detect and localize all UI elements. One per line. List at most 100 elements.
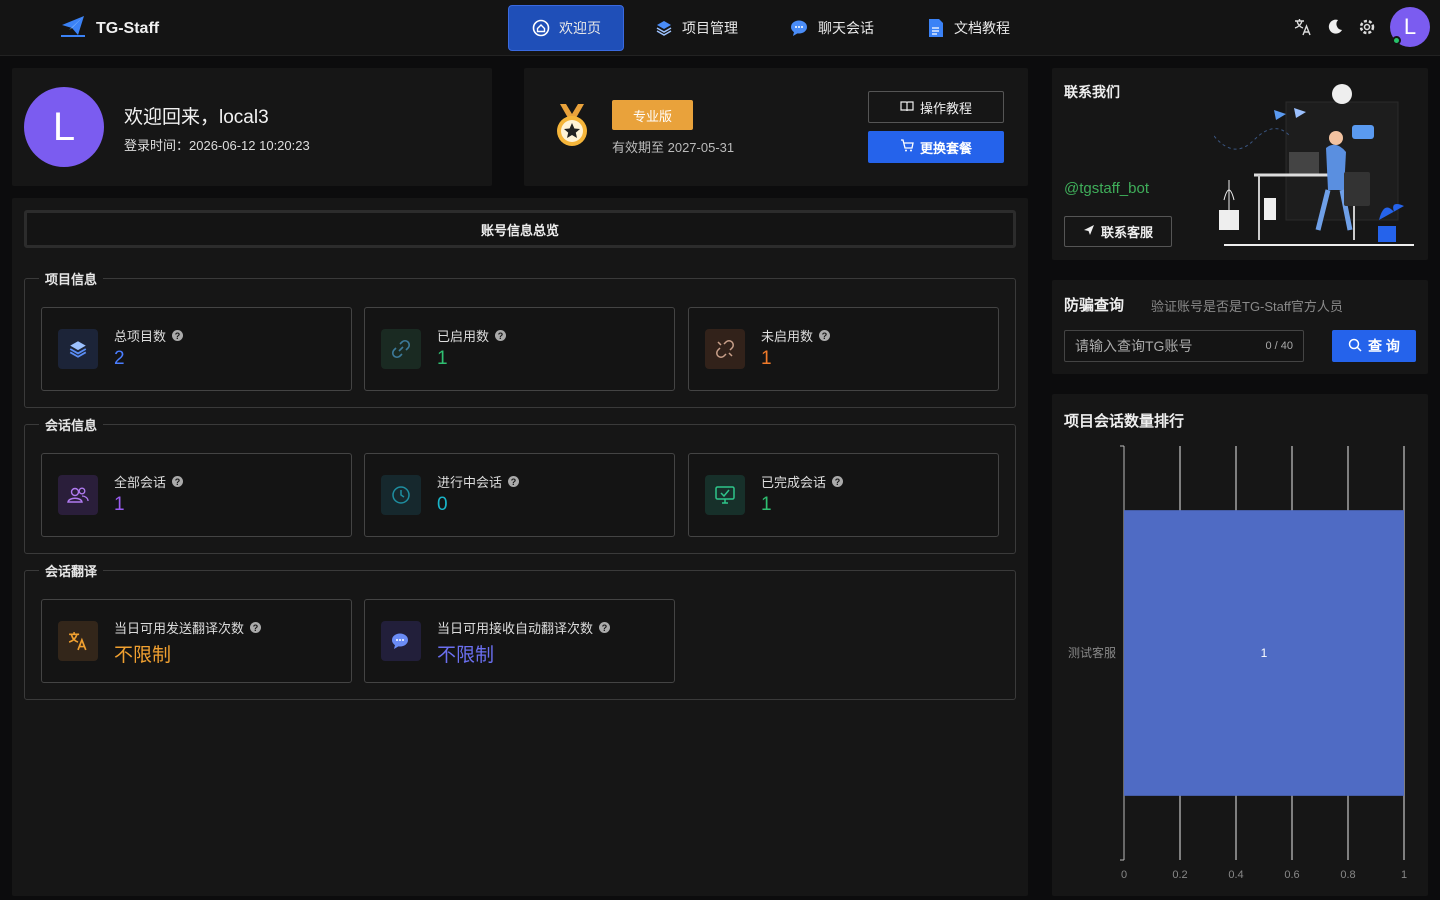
nav-label: 项目管理 [682, 20, 738, 36]
change-plan-button[interactable]: 更换套餐 [868, 131, 1004, 163]
stat-value: 不限制 [114, 645, 172, 666]
account-overview-panel: 账号信息总览 项目信息 总项目数? 2 已启用数? 1 未启用数? 1 会话信息 [12, 198, 1028, 896]
stat-label: 当日可用接收自动翻译次数? [437, 618, 611, 637]
stat-card-disabled: 未启用数? 1 [688, 307, 999, 391]
avatar-initial: L [52, 104, 76, 149]
translate-icon[interactable] [1294, 18, 1312, 36]
stat-value: 1 [437, 348, 448, 369]
group-title: 会话翻译 [39, 561, 104, 580]
stat-card-total-projects: 总项目数? 2 [41, 307, 352, 391]
search-icon [1348, 338, 1362, 355]
link-icon [381, 329, 421, 369]
overview-header: 账号信息总览 [24, 210, 1016, 248]
check-monitor-icon [705, 475, 745, 515]
nav-projects[interactable]: 项目管理 [632, 5, 760, 51]
stat-value: 1 [761, 494, 772, 515]
tg-account-search-input[interactable]: 请输入查询TG账号 0 / 40 [1064, 330, 1304, 362]
users-icon [58, 475, 98, 515]
welcome-panel: L 欢迎回来，local3 登录时间：2026-06-12 10:20:23 [12, 68, 492, 186]
stat-label-text: 当日可用发送翻译次数 [114, 621, 245, 636]
tutorial-button[interactable]: 操作教程 [868, 91, 1004, 123]
stat-label: 未启用数? [761, 326, 831, 345]
char-counter: 0 / 40 [1265, 340, 1293, 352]
contact-bot-handle[interactable]: @tgstaff_bot [1064, 180, 1149, 197]
contact-panel: 联系我们 @tgstaff_bot 联系客服 [1052, 68, 1428, 260]
help-icon[interactable]: ? [172, 476, 184, 487]
anti-fraud-panel: 防骗查询 验证账号是否是TG-Staff官方人员 请输入查询TG账号 0 / 4… [1052, 280, 1428, 374]
input-placeholder: 请输入查询TG账号 [1075, 338, 1193, 354]
session-rank-panel: 项目会话数量排行 0 0.2 0.4 0.6 0.8 1 测试客服 1 [1052, 394, 1428, 896]
settings-gear-icon[interactable] [1358, 18, 1376, 36]
stat-label-text: 已完成会话 [761, 475, 827, 490]
nav-chats[interactable]: 聊天会话 [768, 5, 896, 51]
online-status-dot [1392, 36, 1401, 45]
plan-expire-date: 有效期至 2027-05-31 [612, 140, 735, 155]
brand[interactable]: TG-Staff [60, 14, 159, 43]
welcome-title: 欢迎回来，local3 [124, 107, 269, 128]
stat-card-enabled: 已启用数? 1 [364, 307, 675, 391]
stat-card-all-sessions: 全部会话? 1 [41, 453, 352, 537]
stat-value: 0 [437, 494, 448, 515]
nav-docs[interactable]: 文档教程 [904, 5, 1032, 51]
stat-value: 不限制 [437, 645, 495, 666]
stat-value: 1 [761, 348, 772, 369]
paper-plane-logo-icon [60, 14, 86, 43]
stat-label-text: 全部会话 [114, 475, 167, 490]
x-tick-label: 1 [1401, 869, 1407, 881]
chat-bubbles-icon [381, 621, 421, 661]
session-info-group: 会话信息 全部会话? 1 进行中会话? 0 已完成会话? 1 [24, 415, 1016, 554]
stat-card-completed-sessions: 已完成会话? 1 [688, 453, 999, 537]
contact-support-label: 联系客服 [1100, 225, 1153, 240]
stat-label-text: 已启用数 [437, 329, 490, 344]
help-icon[interactable]: ? [819, 330, 831, 341]
help-icon[interactable]: ? [172, 330, 184, 341]
user-avatar[interactable]: L [1390, 7, 1430, 47]
stat-label: 全部会话? [114, 472, 184, 491]
stat-label-text: 总项目数 [114, 329, 167, 344]
stat-card-send-translation: 当日可用发送翻译次数? 不限制 [41, 599, 352, 683]
plan-badge: 专业版 [612, 100, 693, 130]
stat-label-text: 进行中会话 [437, 475, 503, 490]
nav-welcome[interactable]: 欢迎页 [508, 5, 624, 51]
stat-label: 已完成会话? [761, 472, 844, 491]
anti-fraud-subtitle: 验证账号是否是TG-Staff官方人员 [1151, 299, 1343, 314]
stat-value: 1 [114, 494, 125, 515]
change-plan-label: 更换套餐 [919, 140, 972, 156]
office-illustration [1213, 80, 1426, 255]
x-tick-label: 0.4 [1228, 869, 1243, 881]
avatar-initial: L [1403, 14, 1417, 39]
group-title: 会话信息 [39, 415, 104, 434]
group-title: 项目信息 [39, 269, 104, 288]
nav-label: 欢迎页 [559, 20, 601, 36]
contact-support-button[interactable]: 联系客服 [1064, 216, 1172, 247]
top-actions: L [1294, 7, 1430, 47]
rank-bar-chart: 0 0.2 0.4 0.6 0.8 1 测试客服 1 [1068, 445, 1407, 881]
layers-icon [58, 329, 98, 369]
query-button[interactable]: 查 询 [1332, 330, 1416, 362]
contact-title: 联系我们 [1064, 84, 1120, 100]
x-tick-label: 0 [1121, 869, 1127, 881]
layers-icon [654, 18, 674, 38]
anti-fraud-title: 防骗查询 [1064, 297, 1125, 314]
dark-mode-moon-icon[interactable] [1326, 18, 1344, 36]
document-icon [926, 18, 946, 38]
help-icon[interactable]: ? [495, 330, 507, 341]
project-info-group: 项目信息 总项目数? 2 已启用数? 1 未启用数? 1 [24, 269, 1016, 408]
plan-panel: 专业版 有效期至 2027-05-31 操作教程 更换套餐 [524, 68, 1028, 186]
help-icon[interactable]: ? [832, 476, 844, 487]
help-icon[interactable]: ? [508, 476, 520, 487]
stat-label-text: 当日可用接收自动翻译次数 [437, 621, 594, 636]
unlink-icon [705, 329, 745, 369]
nav-label: 聊天会话 [818, 20, 874, 36]
tutorial-label: 操作教程 [919, 100, 972, 116]
x-tick-label: 0.6 [1284, 869, 1299, 881]
y-category-label: 测试客服 [1068, 645, 1116, 660]
main-nav: 欢迎页 项目管理 聊天会话 文档教程 [508, 5, 1032, 51]
help-icon[interactable]: ? [250, 622, 262, 633]
login-time: 登录时间：2026-06-12 10:20:23 [124, 138, 310, 153]
stat-card-ongoing-sessions: 进行中会话? 0 [364, 453, 675, 537]
help-icon[interactable]: ? [599, 622, 611, 633]
x-tick-label: 0.2 [1172, 869, 1187, 881]
user-avatar-large: L [24, 87, 104, 167]
query-label: 查 询 [1368, 338, 1400, 354]
